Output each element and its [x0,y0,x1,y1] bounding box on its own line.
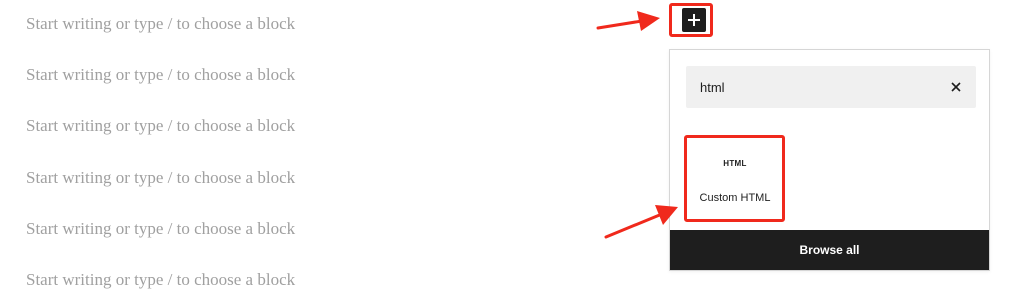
arrow-to-inserter [596,11,660,31]
paragraph-placeholder[interactable]: Start writing or type / to choose a bloc… [26,116,295,136]
arrow-to-custom-html [604,205,678,239]
paragraph-placeholder[interactable]: Start writing or type / to choose a bloc… [26,65,295,85]
browse-all-button[interactable]: Browse all [670,230,989,270]
paragraph-placeholder[interactable]: Start writing or type / to choose a bloc… [26,270,295,290]
paragraph-placeholder[interactable]: Start writing or type / to choose a bloc… [26,14,295,34]
block-option-highlight-box [684,135,785,222]
block-search-input[interactable] [686,66,926,108]
block-search-field [686,66,976,108]
paragraph-placeholder[interactable]: Start writing or type / to choose a bloc… [26,168,295,188]
clear-search-button[interactable] [948,79,964,95]
close-icon [951,82,961,92]
paragraph-placeholder[interactable]: Start writing or type / to choose a bloc… [26,219,295,239]
inserter-highlight-box [669,3,713,37]
